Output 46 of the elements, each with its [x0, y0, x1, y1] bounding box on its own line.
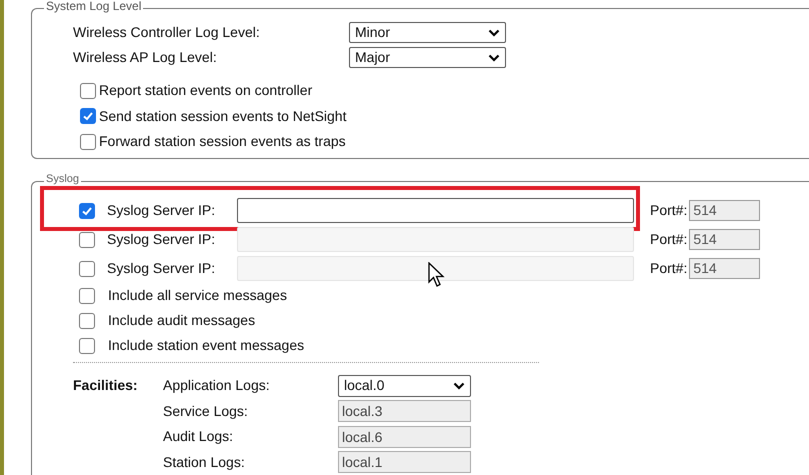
section-label: Facilities:	[73, 376, 139, 395]
field-label: Syslog Server IP:	[107, 230, 216, 249]
checkbox[interactable]	[79, 232, 95, 248]
field-label: Wireless Controller Log Level:	[73, 23, 261, 42]
port-input-field[interactable]: 514	[689, 258, 760, 279]
port-input-field[interactable]: 514	[689, 229, 760, 250]
field-label: Syslog Server IP:	[107, 201, 216, 220]
field-label: Station Logs:	[163, 452, 246, 472]
checkbox[interactable]	[80, 134, 96, 150]
checkbox-label: Send station session events to NetSight	[99, 106, 346, 126]
caret-icon	[488, 54, 500, 62]
fieldset-legend: Syslog	[44, 173, 82, 185]
caret-icon	[453, 382, 465, 390]
check-icon	[81, 204, 93, 216]
checkbox[interactable]	[79, 260, 95, 276]
port-input-field[interactable]: 514	[689, 200, 760, 221]
field-label: Wireless AP Log Level:	[73, 48, 218, 67]
field-label: Service Logs:	[163, 402, 249, 421]
checkbox[interactable]	[80, 82, 96, 99]
checkbox[interactable]	[79, 288, 95, 304]
fieldset-legend: System Log Level	[44, 0, 144, 13]
field-label: Port#:	[650, 201, 688, 220]
field-label: Port#:	[650, 259, 688, 278]
field-label: Syslog Server IP:	[107, 259, 216, 278]
readonly-field: local.1	[338, 451, 471, 474]
field-label: Application Logs:	[163, 376, 271, 396]
field-label: Audit Logs:	[163, 427, 234, 446]
checkbox-label: Include all service messages	[108, 286, 287, 305]
mouse-pointer-icon	[428, 262, 445, 288]
readonly-field: local.3	[338, 400, 471, 422]
checkbox[interactable]	[80, 108, 96, 124]
ip-input-field[interactable]	[237, 198, 634, 223]
checkbox-label: Forward station session events as traps	[99, 132, 346, 152]
checkbox[interactable]	[79, 338, 95, 354]
caret-icon	[488, 28, 500, 36]
dropdown[interactable]: Minor	[349, 22, 506, 43]
checkbox[interactable]	[79, 202, 95, 218]
dropdown[interactable]: local.0	[338, 374, 471, 397]
checkbox[interactable]	[79, 312, 95, 328]
checkbox-label: Include audit messages	[108, 311, 256, 330]
checkbox-label: Report station events on controller	[99, 81, 312, 100]
check-icon	[82, 110, 94, 122]
field-label: Port#:	[650, 230, 688, 249]
checkbox-label: Include station event messages	[108, 336, 304, 355]
readonly-field: local.6	[338, 426, 471, 448]
dropdown[interactable]: Major	[349, 47, 506, 68]
